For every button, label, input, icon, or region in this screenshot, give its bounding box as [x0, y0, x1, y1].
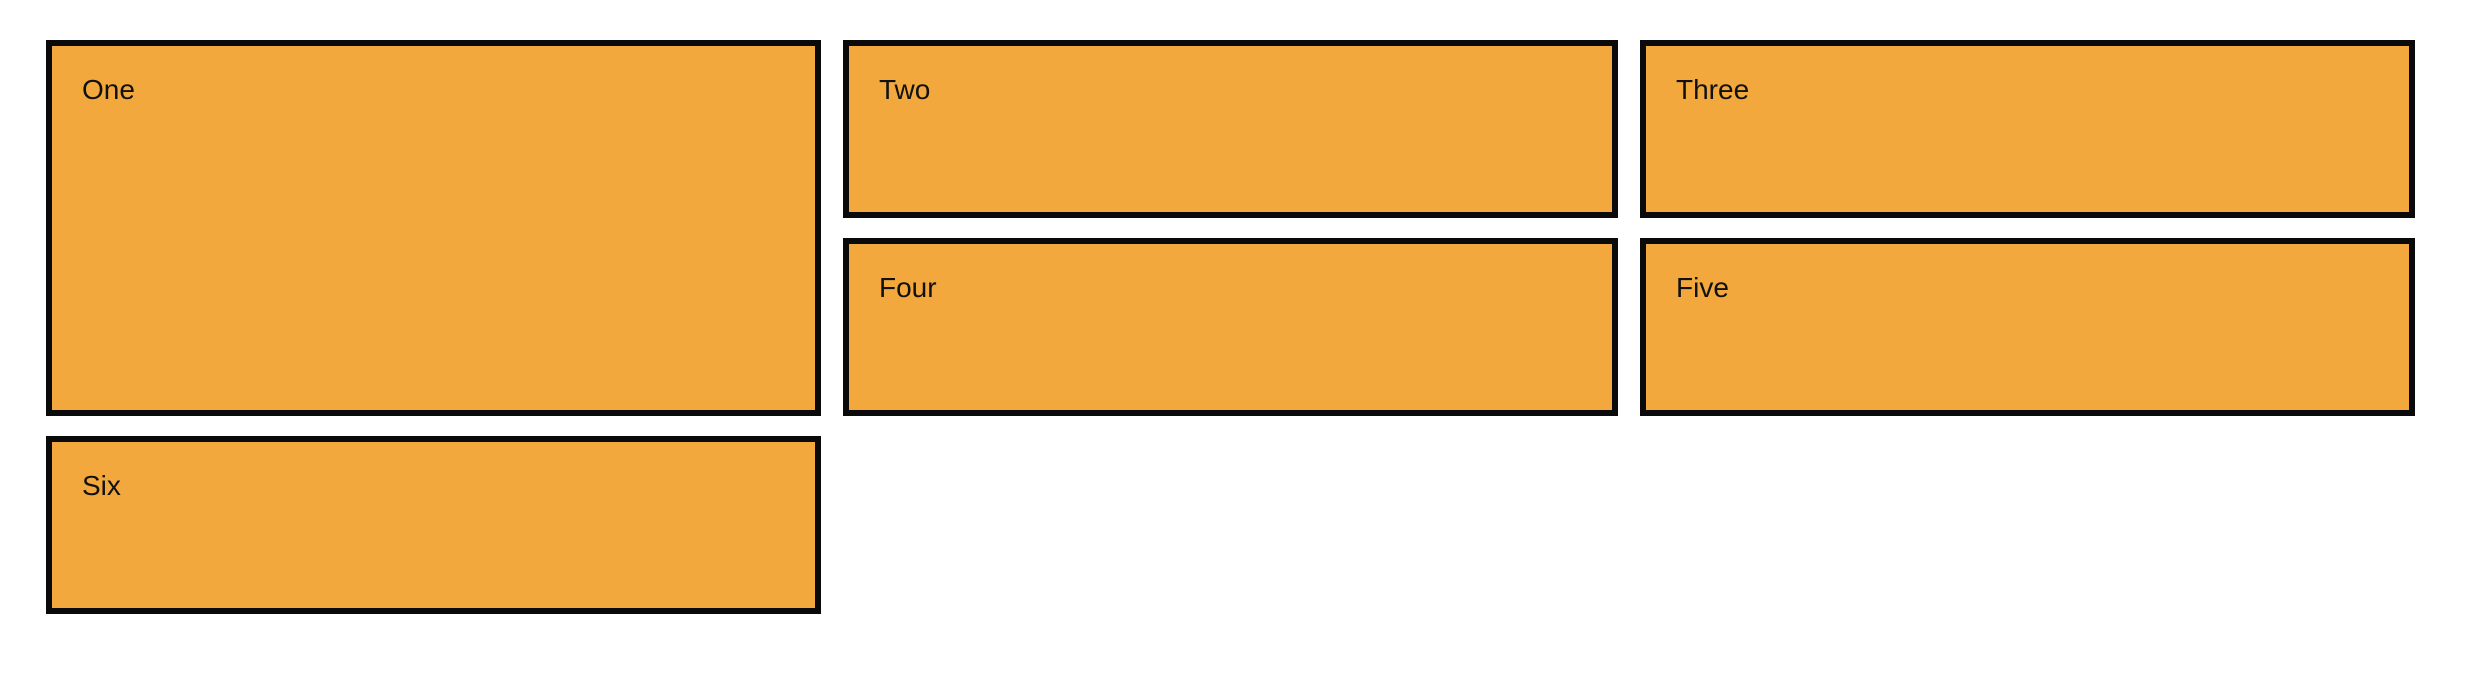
grid-item-label: Three [1676, 74, 1750, 105]
grid-item-label: One [82, 74, 135, 105]
grid-item-six: Six [46, 436, 821, 614]
grid-item-five: Five [1640, 238, 2415, 416]
grid-item-label: Two [879, 74, 931, 105]
grid-item-label: Five [1676, 272, 1729, 303]
grid-item-label: Six [82, 470, 121, 501]
grid-item-three: Three [1640, 40, 2415, 218]
grid-item-label: Four [879, 272, 937, 303]
grid-layout: One Two Three Four Five Six [46, 40, 2415, 614]
grid-item-one: One [46, 40, 821, 416]
grid-item-two: Two [843, 40, 1618, 218]
grid-item-four: Four [843, 238, 1618, 416]
